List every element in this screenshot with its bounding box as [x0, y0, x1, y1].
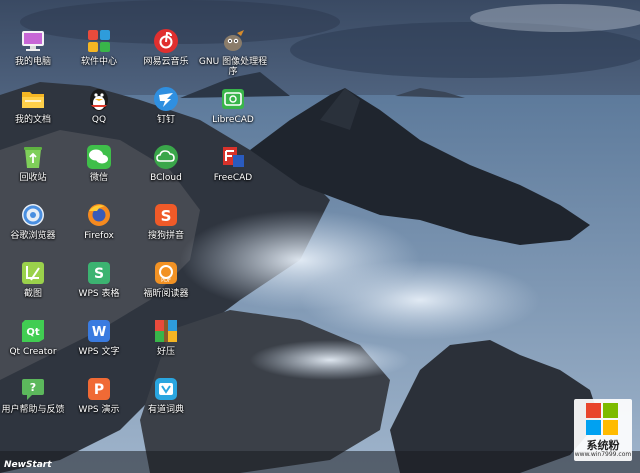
recycle-bin-icon	[24, 147, 42, 168]
desktop-icon-qt-creator[interactable]: Qt Qt Creator	[0, 317, 66, 373]
desktop-icon-label: Firefox	[84, 231, 114, 241]
desktop-icon-sogou-pinyin[interactable]: S 搜狗拼音	[133, 201, 199, 257]
svg-text:Qt: Qt	[26, 327, 40, 338]
desktop-icon-label: 谷歌浏览器	[10, 231, 56, 241]
start-button[interactable]: NewStart	[4, 460, 52, 470]
desktop-icon-dingtalk[interactable]: 钉钉	[133, 85, 199, 141]
desktop-icon-my-computer[interactable]: 我的电脑	[0, 27, 66, 83]
librecad-icon	[222, 89, 244, 109]
desktop-icon-software-center[interactable]: 软件中心	[66, 27, 132, 83]
dingtalk-icon	[154, 87, 178, 111]
desktop-icon-label: GNU 图像处理程序	[198, 57, 268, 77]
archive-icon	[155, 320, 177, 342]
qt-creator-icon: Qt	[22, 320, 44, 342]
desktop-icon-my-documents[interactable]: 我的文档	[0, 85, 66, 141]
desktop-icon-qq[interactable]: QQ	[66, 85, 132, 141]
desktop-icon-label: 有道词典	[147, 405, 184, 415]
freecad-icon	[223, 147, 244, 167]
desktop-icon-label: 钉钉	[156, 115, 175, 125]
cloud-icon	[154, 145, 178, 169]
desktop-icon-haozip[interactable]: 好压	[133, 317, 199, 373]
desktop-icon-label: 微信	[89, 173, 108, 183]
desktop-icon-youdao-dict[interactable]: 有道词典	[133, 375, 199, 431]
desktop-icon-label: 软件中心	[80, 57, 117, 67]
firefox-icon	[88, 204, 110, 226]
svg-text:PDF: PDF	[161, 278, 171, 284]
desktop-icon-label: BCloud	[150, 173, 182, 183]
foxit-reader-icon: PDF	[155, 262, 177, 284]
desktop: 我的电脑 我的文档 回收站 谷歌浏览器 截图 Qt Qt Creator ? 用…	[0, 0, 640, 473]
desktop-icon-wps-presentation[interactable]: P WPS 演示	[66, 375, 132, 431]
svg-text:W: W	[92, 325, 106, 340]
desktop-icon-label: 网易云音乐	[143, 57, 189, 67]
desktop-icon-label: Qt Creator	[9, 347, 57, 357]
taskbar: NewStart	[0, 451, 640, 473]
desktop-icon-label: QQ	[91, 115, 107, 125]
desktop-icon-gimp[interactable]: GNU 图像处理程序	[198, 27, 268, 83]
desktop-icon-chrome[interactable]: 谷歌浏览器	[0, 201, 66, 257]
watermark-url: www.win7999.com	[574, 451, 632, 458]
desktop-icon-label: 截图	[23, 289, 42, 299]
desktop-icon-wechat[interactable]: 微信	[66, 143, 132, 199]
watermark: 系统粉 www.win7999.com	[574, 399, 632, 461]
wps-presentation-icon: P	[88, 378, 110, 400]
desktop-icon-label: WPS 文字	[78, 347, 120, 357]
desktop-icon-firefox[interactable]: Firefox	[66, 201, 132, 257]
windows-logo-icon	[586, 403, 618, 435]
wechat-icon	[87, 145, 111, 169]
desktop-icon-wps-writer[interactable]: W WPS 文字	[66, 317, 132, 373]
wps-writer-icon: W	[88, 320, 110, 342]
youdao-dict-icon	[155, 378, 177, 400]
desktop-icon-label: WPS 演示	[78, 405, 120, 415]
folder-icon	[22, 92, 44, 108]
qq-penguin-icon	[90, 89, 108, 111]
wps-spreadsheet-icon: S	[88, 262, 110, 284]
desktop-icon-label: WPS 表格	[78, 289, 120, 299]
software-center-icon	[88, 30, 110, 52]
browser-icon	[22, 204, 44, 226]
desktop-icon-label: 回收站	[19, 173, 47, 183]
svg-text:S: S	[94, 266, 104, 282]
svg-text:S: S	[161, 207, 172, 225]
gimp-icon	[224, 30, 244, 51]
desktop-icon-freecad[interactable]: FreeCAD	[200, 143, 266, 199]
desktop-icon-librecad[interactable]: LibreCAD	[200, 85, 266, 141]
desktop-icon-wps-spreadsheet[interactable]: S WPS 表格	[66, 259, 132, 315]
desktop-icon-netease-music[interactable]: 网易云音乐	[133, 27, 199, 83]
desktop-icon-label: 搜狗拼音	[147, 231, 184, 241]
desktop-icon-bcloud[interactable]: BCloud	[133, 143, 199, 199]
computer-icon	[22, 31, 44, 51]
desktop-icon-screenshot[interactable]: 截图	[0, 259, 66, 315]
screenshot-icon	[22, 262, 44, 284]
netease-music-icon	[154, 29, 178, 53]
desktop-icon-recycle-bin[interactable]: 回收站	[0, 143, 66, 199]
desktop-icon-user-help[interactable]: ? 用户帮助与反馈	[0, 375, 66, 431]
svg-text:?: ?	[30, 381, 36, 394]
help-feedback-icon: ?	[22, 379, 44, 400]
desktop-icon-label: 好压	[156, 347, 175, 357]
desktop-icon-label: 我的电脑	[14, 57, 51, 67]
desktop-icon-label: 福昕阅读器	[143, 289, 189, 299]
sogou-pinyin-icon: S	[155, 204, 177, 226]
desktop-icon-label: LibreCAD	[212, 115, 254, 125]
desktop-icon-foxit-reader[interactable]: PDF 福昕阅读器	[133, 259, 199, 315]
svg-text:P: P	[94, 382, 104, 398]
desktop-icon-label: 用户帮助与反馈	[1, 405, 65, 415]
desktop-icon-label: FreeCAD	[213, 173, 253, 183]
desktop-icon-label: 我的文档	[14, 115, 51, 125]
